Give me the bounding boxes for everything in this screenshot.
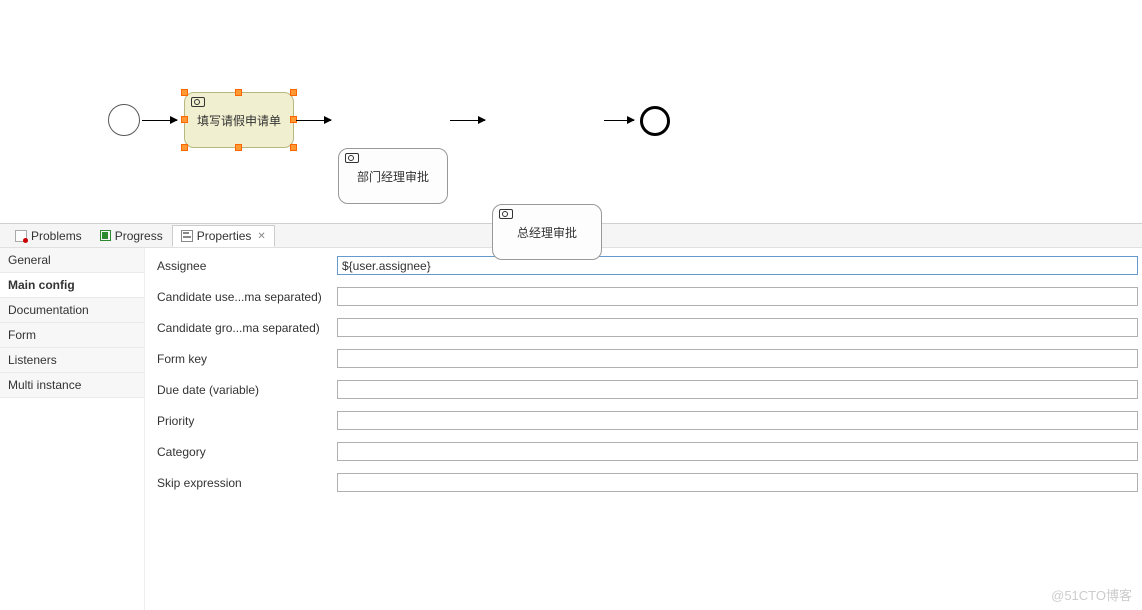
progress-icon [100, 230, 111, 241]
properties-form: Assignee Candidate use...ma separated) C… [145, 248, 1142, 610]
sidebar-item-label: Documentation [8, 303, 89, 317]
sequence-flow[interactable] [604, 120, 634, 121]
field-category: Category [157, 442, 1138, 461]
field-label: Category [157, 445, 337, 459]
sidebar-item-label: General [8, 253, 51, 267]
field-skip-expression: Skip expression [157, 473, 1138, 492]
user-task-icon [345, 153, 359, 163]
user-task-icon [499, 209, 513, 219]
user-task-3[interactable]: 总经理审批 [492, 204, 602, 260]
properties-panel: General Main config Documentation Form L… [0, 248, 1142, 610]
start-event[interactable] [108, 104, 140, 136]
task-label: 总经理审批 [517, 224, 577, 241]
sequence-flow[interactable] [142, 120, 177, 121]
field-label: Due date (variable) [157, 383, 337, 397]
resize-handle[interactable] [235, 144, 242, 151]
sidebar-item-general[interactable]: General [0, 248, 144, 273]
due-date-input[interactable] [337, 380, 1138, 399]
sidebar-item-label: Main config [8, 278, 75, 292]
sidebar-item-label: Form [8, 328, 36, 342]
assignee-input[interactable] [337, 256, 1138, 275]
field-label: Priority [157, 414, 337, 428]
watermark: @51CTO博客 [1051, 585, 1132, 604]
field-assignee: Assignee [157, 256, 1138, 275]
tab-label: Problems [31, 229, 82, 243]
field-label: Candidate gro...ma separated) [157, 321, 337, 335]
form-key-input[interactable] [337, 349, 1138, 368]
sidebar-item-multi-instance[interactable]: Multi instance [0, 373, 144, 398]
priority-input[interactable] [337, 411, 1138, 430]
resize-handle[interactable] [181, 144, 188, 151]
diagram-canvas[interactable]: 填写请假申请单 部门经理审批 总经理审批 [0, 0, 1142, 224]
resize-handle[interactable] [181, 116, 188, 123]
properties-icon [181, 230, 193, 242]
field-label: Candidate use...ma separated) [157, 290, 337, 304]
user-task-2[interactable]: 部门经理审批 [338, 148, 448, 204]
field-due-date: Due date (variable) [157, 380, 1138, 399]
task-label: 部门经理审批 [357, 168, 429, 185]
resize-handle[interactable] [235, 89, 242, 96]
candidate-users-input[interactable] [337, 287, 1138, 306]
candidate-groups-input[interactable] [337, 318, 1138, 337]
properties-sidebar: General Main config Documentation Form L… [0, 248, 145, 610]
sidebar-item-listeners[interactable]: Listeners [0, 348, 144, 373]
user-task-1[interactable]: 填写请假申请单 [184, 92, 294, 148]
field-label: Form key [157, 352, 337, 366]
tab-label: Progress [115, 229, 163, 243]
field-candidate-users: Candidate use...ma separated) [157, 287, 1138, 306]
field-form-key: Form key [157, 349, 1138, 368]
tab-label: Properties [197, 229, 252, 243]
field-candidate-groups: Candidate gro...ma separated) [157, 318, 1138, 337]
user-task-icon [191, 97, 205, 107]
sidebar-item-label: Listeners [8, 353, 57, 367]
problems-icon [15, 230, 27, 242]
resize-handle[interactable] [290, 89, 297, 96]
category-input[interactable] [337, 442, 1138, 461]
skip-expression-input[interactable] [337, 473, 1138, 492]
end-event[interactable] [640, 106, 670, 136]
sidebar-item-form[interactable]: Form [0, 323, 144, 348]
field-priority: Priority [157, 411, 1138, 430]
sidebar-item-main-config[interactable]: Main config [0, 273, 144, 298]
sequence-flow[interactable] [296, 120, 331, 121]
tab-properties[interactable]: Properties ✕ [172, 225, 275, 247]
sidebar-item-documentation[interactable]: Documentation [0, 298, 144, 323]
sequence-flow[interactable] [450, 120, 485, 121]
resize-handle[interactable] [290, 144, 297, 151]
field-label: Skip expression [157, 476, 337, 490]
task-label: 填写请假申请单 [197, 112, 281, 129]
close-icon[interactable]: ✕ [257, 231, 265, 242]
sidebar-item-label: Multi instance [8, 378, 81, 392]
tab-problems[interactable]: Problems [6, 225, 91, 247]
field-label: Assignee [157, 259, 337, 273]
tab-progress[interactable]: Progress [91, 225, 172, 247]
resize-handle[interactable] [181, 89, 188, 96]
